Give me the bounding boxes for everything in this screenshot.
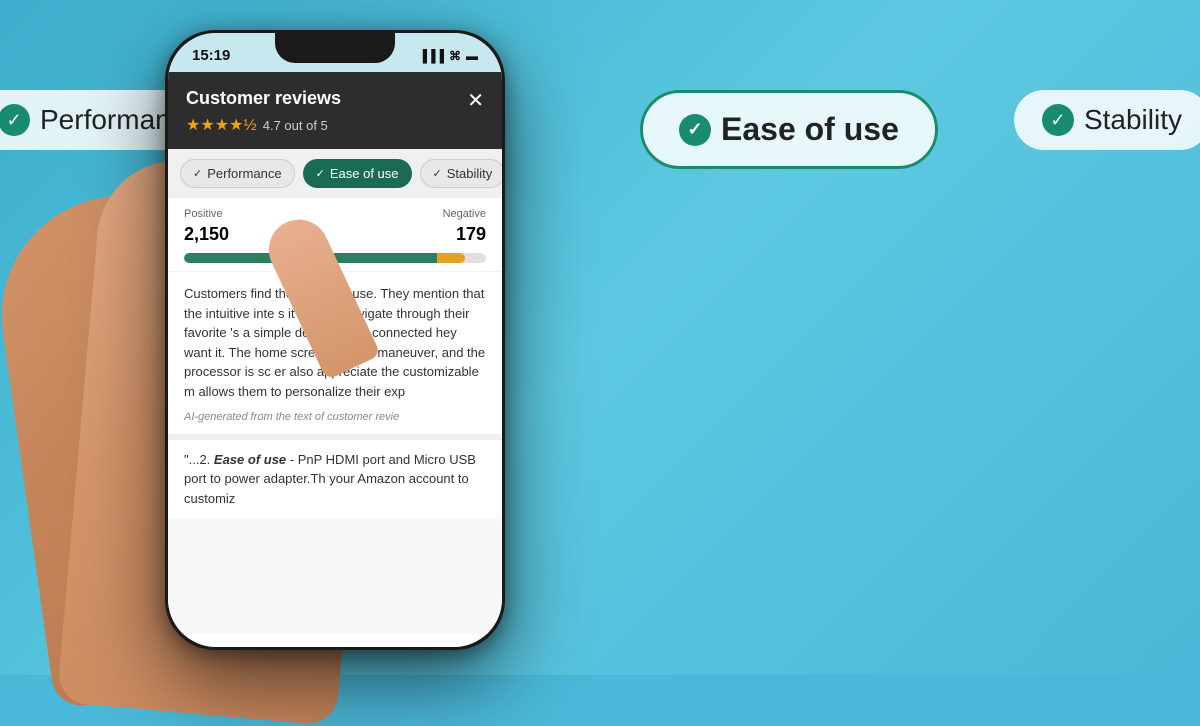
signal-icon: ▐▐▐	[418, 49, 444, 63]
negative-count: 179	[456, 224, 486, 245]
battery-icon: ▬	[466, 49, 478, 63]
reviews-rating: ★★★★½ 4.7 out of 5	[186, 115, 341, 135]
stats-numbers: 2,150 179	[184, 224, 486, 245]
ease-highlight: Ease of use	[214, 452, 286, 467]
positive-count: 2,150	[184, 224, 229, 245]
ai-label: AI-generated from the text of customer r…	[184, 409, 486, 426]
wifi-icon: ⌘	[449, 49, 461, 63]
status-time: 15:19	[192, 47, 230, 64]
reviews-title: Customer reviews	[186, 88, 341, 109]
filter-tag-stability[interactable]: ✓ Stability	[420, 159, 502, 188]
phone-notch	[275, 33, 395, 63]
stats-labels: Positive Negative	[184, 208, 486, 220]
filter-tag-performance[interactable]: ✓ Performance	[180, 159, 295, 188]
stability-label: Stability	[1084, 104, 1182, 136]
ease-of-use-check-icon: ✓	[679, 114, 711, 146]
negative-label: Negative	[443, 208, 486, 220]
perf-tag-label: Performance	[207, 166, 281, 181]
stability-check-icon: ✓	[1042, 104, 1074, 136]
stab-tag-label: Stability	[447, 166, 493, 181]
rating-text: 4.7 out of 5	[263, 118, 328, 133]
positive-label: Positive	[184, 208, 223, 220]
review-quote: "...2. Ease of use - PnP HDMI port and M…	[168, 434, 502, 519]
reviews-header: Customer reviews ★★★★½ 4.7 out of 5 ✕	[168, 72, 502, 149]
perf-check: ✓	[193, 167, 202, 180]
performance-check-icon: ✓	[0, 104, 30, 136]
quote-start: "...2.	[184, 452, 214, 467]
reviews-header-left: Customer reviews ★★★★½ 4.7 out of 5	[186, 88, 341, 135]
ease-of-use-label: Ease of use	[721, 111, 899, 148]
bg-tag-ease-of-use[interactable]: ✓ Ease of use	[640, 90, 938, 169]
rating-stars: ★★★★½	[186, 115, 257, 135]
ease-check: ✓	[316, 167, 325, 180]
bg-tag-stability: ✓ Stability	[1014, 90, 1200, 150]
filter-tag-ease-of-use[interactable]: ✓ Ease of use	[303, 159, 412, 188]
filter-tags: ✓ Performance ✓ Ease of use ✓ Stability …	[168, 149, 502, 198]
status-icons: ▐▐▐ ⌘ ▬	[418, 49, 478, 63]
ease-tag-label: Ease of use	[330, 166, 399, 181]
close-button[interactable]: ✕	[467, 88, 484, 113]
stab-check: ✓	[433, 167, 442, 180]
